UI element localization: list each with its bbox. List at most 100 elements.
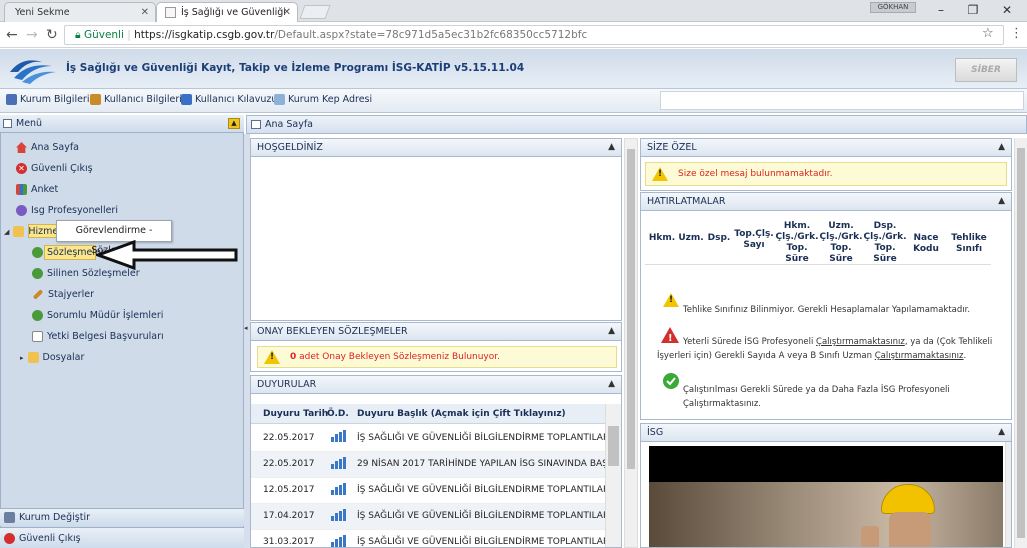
announcement-date: 12.05.2017 <box>251 477 323 504</box>
chart-icon <box>16 184 27 195</box>
collapse-icon[interactable]: ▲ <box>998 139 1005 156</box>
scrollbar[interactable] <box>1005 442 1011 547</box>
star-icon[interactable]: ☆ <box>982 26 994 41</box>
reminder-note-2: Yeterli Sürede İSG Profesyoneli Çalıştır… <box>657 337 993 361</box>
exit-icon <box>4 532 15 544</box>
contract-icon <box>32 247 43 258</box>
sidebar-item-guvenli-cikis[interactable]: ✕ Güvenli Çıkış <box>16 163 93 174</box>
collapse-icon[interactable]: ▲ <box>608 376 615 393</box>
tab-isg[interactable]: İş Sağlığı ve Güvenliği Ka ✕ <box>156 2 298 37</box>
url-path: /Default.aspx?state=78c971d5a5ec31b2fc68… <box>274 29 588 41</box>
announcement-title: İŞ SAĞLIĞI VE GÜVENLİĞİ BİLGİLENDİRME TO… <box>355 529 605 547</box>
link-calistirmamaktasiniz[interactable]: Çalıştırmamaktasınız <box>816 337 905 347</box>
reload-icon[interactable]: ↻ <box>46 26 58 44</box>
announcement-title: İŞ SAĞLIĞI VE GÜVENLİĞİ BİLGİLENDİRME TO… <box>355 477 605 504</box>
bar-chart-icon[interactable] <box>331 456 347 469</box>
page-scrollbar[interactable] <box>1014 138 1027 548</box>
link-calistirmamaktasiniz[interactable]: Çalıştırmamaktasınız <box>875 351 964 361</box>
sidebar-item-anket[interactable]: Anket <box>16 184 58 195</box>
reminders-table-header: Hkm. Uzm. Dsp. Top.Çlş. Sayı Hkm. Çlş./G… <box>645 215 991 265</box>
toolbar-kurum-bilgileri[interactable]: Kurum Bilgileri <box>6 94 89 105</box>
sidebar-item-dosyalar[interactable]: ▸ Dosyalar <box>20 352 84 363</box>
collapse-icon[interactable]: ▲ <box>998 424 1005 441</box>
expand-icon[interactable]: ▸ <box>20 354 24 362</box>
sidebar-item-isg-profesyonelleri[interactable]: Isg Profesyonelleri <box>16 205 118 216</box>
collapse-icon[interactable]: ▲ <box>228 118 240 129</box>
collapse-icon[interactable]: ▲ <box>608 323 615 340</box>
collapse-icon[interactable]: ▲ <box>998 193 1005 210</box>
toolbar-kullanici-kilavuzu[interactable]: Kullanıcı Kılavuzu <box>181 94 277 105</box>
scrollbar-thumb[interactable] <box>1017 148 1025 538</box>
column-header: Tehlike Sınıfı <box>951 233 987 254</box>
panel-header: SİZE ÖZEL ▲ <box>641 139 1011 157</box>
back-icon[interactable]: ← <box>6 26 18 44</box>
menu-icon[interactable]: ⋮ <box>1010 26 1023 41</box>
announcements-panel: DUYURULAR ▲ Duyuru Tarih Ö.D. Duyuru Baş… <box>250 375 622 548</box>
table-row[interactable]: 22.05.2017 İŞ SAĞLIĞI VE GÜVENLİĞİ BİLGİL… <box>251 425 605 452</box>
tab-yeni-sekme[interactable]: Yeni Sekme ✕ <box>4 2 156 22</box>
new-tab-button[interactable] <box>299 5 331 19</box>
video-frame <box>649 482 1003 547</box>
toolbar-field[interactable] <box>660 91 1024 110</box>
app-title: İş Sağlığı ve Güvenliği Kayıt, Takip ve … <box>66 62 525 74</box>
collapse-icon[interactable]: ▲ <box>608 139 615 156</box>
bar-chart-icon[interactable] <box>331 534 347 547</box>
bar-chart-icon[interactable] <box>331 430 347 443</box>
profile-badge[interactable]: GÖKHAN <box>870 2 916 13</box>
pointer-arrow-icon <box>96 240 238 270</box>
secure-label: Güvenli <box>83 29 124 41</box>
lock-icon: 🔒︎ <box>75 29 84 41</box>
bar-chart-icon[interactable] <box>331 508 347 521</box>
close-icon[interactable]: ✕ <box>283 3 291 22</box>
announcement-date: 31.03.2017 <box>251 529 323 547</box>
close-icon[interactable]: ✕ <box>141 3 149 22</box>
panel-header: HATIRLATMALAR ▲ <box>641 193 1011 211</box>
column-header: Top.Çlş. Sayı <box>734 229 774 250</box>
sidebar-item-sorumlu-mudur[interactable]: Sorumlu Müdür İşlemleri <box>32 310 163 321</box>
scrollbar-thumb[interactable] <box>627 149 635 469</box>
column-header: Hkm. <box>648 233 676 243</box>
url-field[interactable]: 🔒︎ Güvenli | https://isgkatip.csgb.gov.t… <box>64 25 1004 45</box>
table-row[interactable]: 17.04.2017 İŞ SAĞLIĞI VE GÜVENLİĞİ BİLGİL… <box>251 503 605 530</box>
sidebar-kurum-degistir[interactable]: Kurum Değiştir <box>0 508 244 526</box>
column-header[interactable]: Duyuru Başlık (Açmak için Çift Tıklayını… <box>357 409 566 419</box>
table-row[interactable]: 31.03.2017 İŞ SAĞLIĞI VE GÜVENLİĞİ BİLGİL… <box>251 529 605 547</box>
page-icon <box>165 7 176 18</box>
sidebar-item-yetki-belgesi[interactable]: Yetki Belgesi Başvuruları <box>32 331 164 342</box>
scrollbar-thumb[interactable] <box>608 426 619 466</box>
forward-icon[interactable]: → <box>26 26 38 44</box>
toolbar-kurum-kep-adresi[interactable]: Kurum Kep Adresi <box>274 94 372 105</box>
minimize-icon[interactable]: – <box>926 2 956 18</box>
pending-panel: ONAY BEKLEYEN SÖZLEŞMELER ▲ 0 adet Onay … <box>250 322 622 372</box>
table-row[interactable]: 12.05.2017 İŞ SAĞLIĞI VE GÜVENLİĞİ BİLGİL… <box>251 477 605 504</box>
column-header[interactable]: Duyuru Tarih <box>263 409 328 419</box>
scrollbar[interactable] <box>605 404 621 547</box>
expand-icon[interactable]: ◢ <box>4 228 9 236</box>
bar-chart-icon[interactable] <box>331 482 347 495</box>
video-player[interactable] <box>649 446 1003 547</box>
folder-icon <box>27 352 39 363</box>
reminder-note-3: Çalıştırılması Gerekli Sürede ya da Daha… <box>683 385 950 409</box>
sidebar-guvenli-cikis-bottom[interactable]: Güvenli Çıkış <box>0 527 244 548</box>
home-icon <box>16 142 27 153</box>
sidebar-item-stajyerler[interactable]: Stajyerler <box>32 289 94 300</box>
menu-icon <box>3 119 12 128</box>
main-scrollbar[interactable] <box>624 138 638 548</box>
document-icon <box>32 331 43 342</box>
warning-icon <box>652 167 668 181</box>
sidebar-item-ana-sayfa[interactable]: Ana Sayfa <box>16 142 79 153</box>
maximize-icon[interactable]: ❐ <box>958 2 988 18</box>
sidebar-item-hizmet[interactable]: ◢ Hizme <box>4 226 58 237</box>
column-header: Uzm. <box>678 233 704 243</box>
wrench-icon <box>32 289 44 300</box>
toolbar-kullanici-bilgileri[interactable]: Kullanıcı Bilgileri <box>90 94 182 105</box>
column-header[interactable]: Ö.D. <box>327 409 349 419</box>
window-close-icon[interactable]: ✕ <box>992 2 1022 18</box>
column-header: Dsp. <box>707 233 731 243</box>
contract-icon <box>32 310 43 321</box>
tab-title: Yeni Sekme <box>15 7 70 18</box>
table-row[interactable]: 22.05.2017 29 NİSAN 2017 TARİHİNDE YAPILA… <box>251 451 605 478</box>
announcement-title: İŞ SAĞLIĞI VE GÜVENLİĞİ BİLGİLENDİRME TO… <box>355 503 605 530</box>
splitter-arrow-icon[interactable]: ◂ <box>244 324 248 332</box>
welcome-panel: HOŞGELDİNİZ ▲ <box>250 138 622 321</box>
